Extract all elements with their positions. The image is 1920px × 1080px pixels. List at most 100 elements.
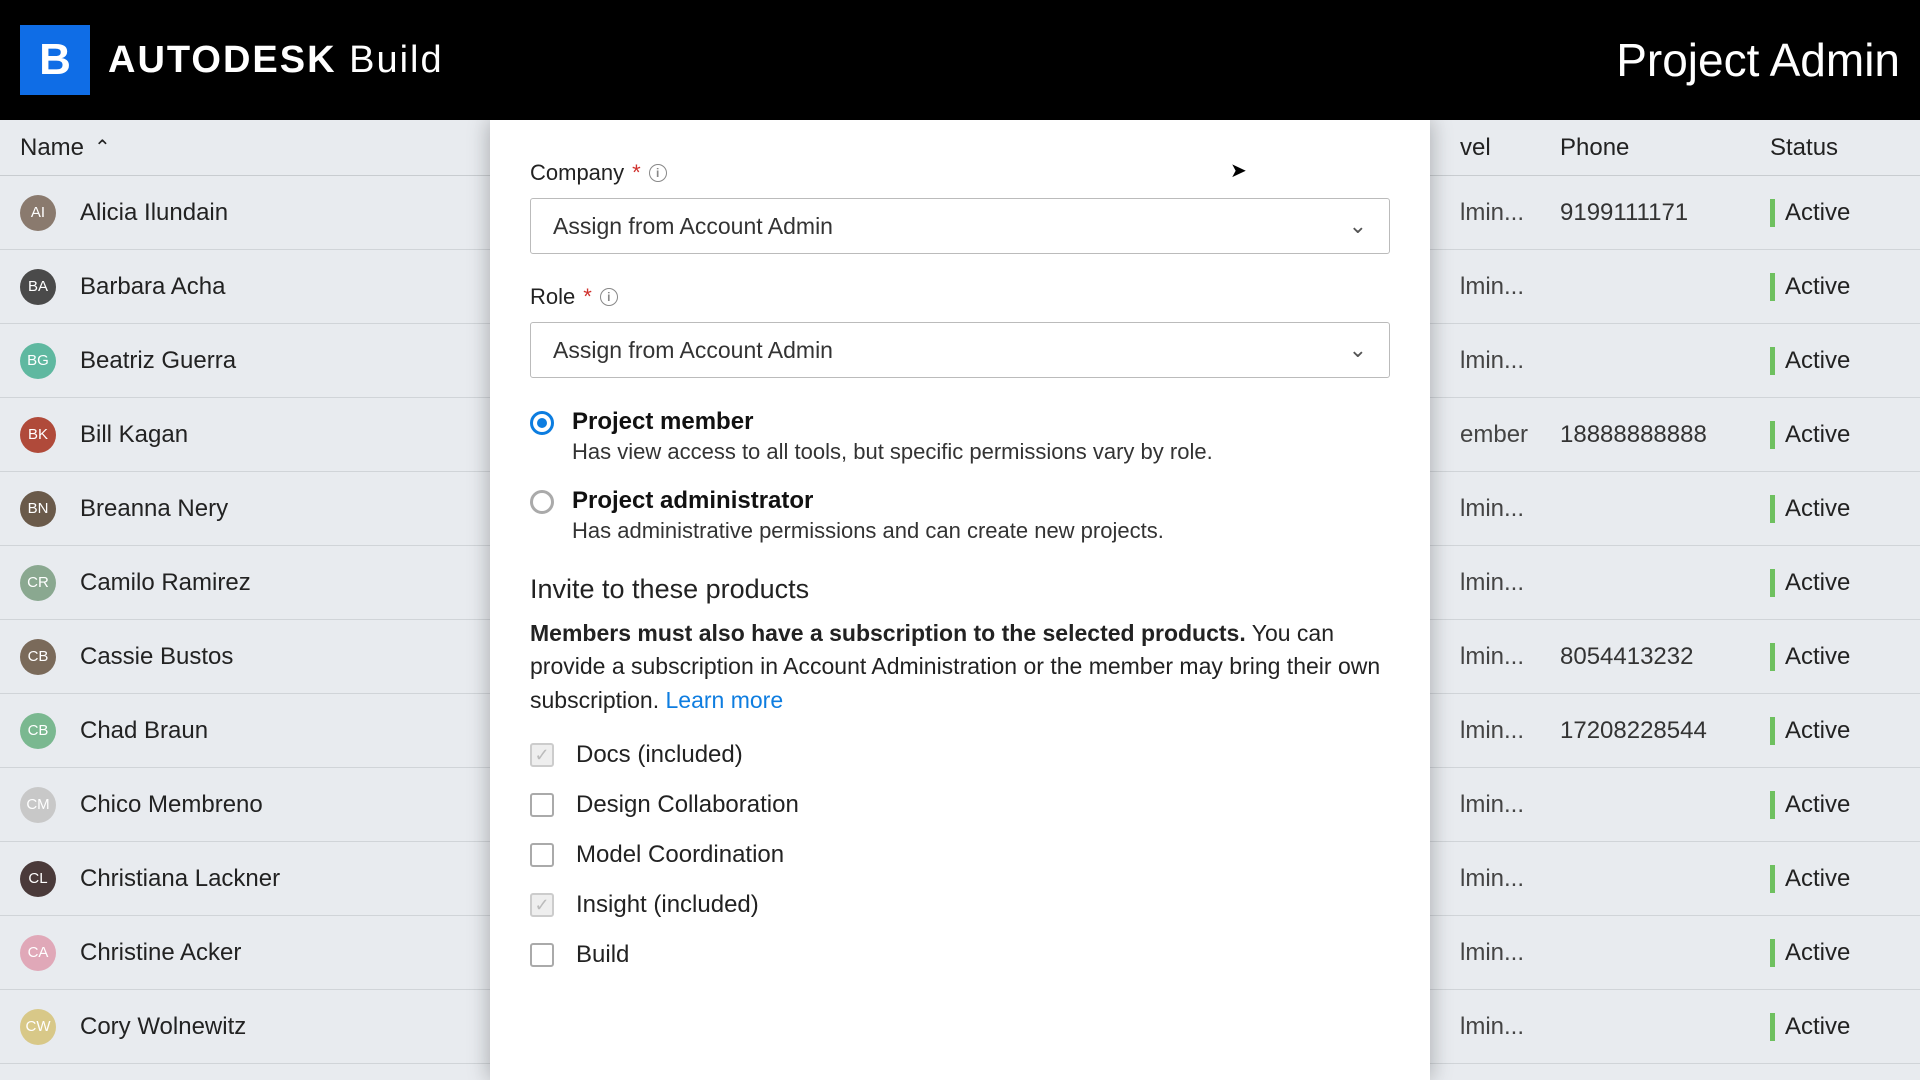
status-indicator-icon: [1770, 199, 1775, 227]
required-indicator: *: [632, 160, 641, 186]
name-cell: BG Beatriz Guerra: [20, 343, 510, 379]
role-label-text: Role: [530, 284, 575, 310]
name-cell: CAChristine Acker: [20, 935, 510, 971]
status-label: Active: [1785, 421, 1850, 449]
avatar: AI: [20, 195, 56, 231]
checkbox-icon: ✓: [530, 743, 554, 767]
info-icon[interactable]: i: [600, 288, 618, 306]
access-level-radio-group: Project member Has view access to all to…: [530, 408, 1390, 544]
member-name: Chad Braun: [80, 717, 208, 745]
member-name: Beatriz Guerra: [80, 347, 236, 375]
avatar: CM: [20, 787, 56, 823]
project-member-title: Project member: [572, 408, 1213, 436]
level-cell: lmin...: [1460, 865, 1560, 893]
level-cell: lmin...: [1460, 199, 1560, 227]
status-label: Active: [1785, 939, 1850, 967]
checkbox-icon: [530, 793, 554, 817]
name-cell: BABarbara Acha: [20, 269, 510, 305]
member-name: Breanna Nery: [80, 495, 228, 523]
status-label: Active: [1785, 495, 1850, 523]
avatar: BG: [20, 343, 56, 379]
products-section-title: Invite to these products: [530, 574, 1390, 605]
brand-bold: AUTODESK: [108, 39, 337, 81]
status-label: Active: [1785, 569, 1850, 597]
member-name: Cassie Bustos: [80, 643, 233, 671]
role-select-value: Assign from Account Admin: [553, 337, 833, 364]
checkbox-icon: [530, 843, 554, 867]
product-checkbox-item[interactable]: Model Coordination: [530, 841, 1390, 869]
status-label: Active: [1785, 791, 1850, 819]
product-checkbox-item: ✓Docs (included): [530, 741, 1390, 769]
project-member-desc: Has view access to all tools, but specif…: [572, 439, 1213, 465]
status-indicator-icon: [1770, 643, 1775, 671]
status-label: Active: [1785, 865, 1850, 893]
logo-letter: B: [39, 35, 71, 85]
member-name: Camilo Ramirez: [80, 569, 251, 597]
avatar: CL: [20, 861, 56, 897]
level-cell: lmin...: [1460, 273, 1560, 301]
name-cell: BKBill Kagan: [20, 417, 510, 453]
status-label: Active: [1785, 717, 1850, 745]
product-label: Design Collaboration: [576, 791, 799, 819]
brand-light: Build: [349, 39, 444, 81]
phone-cell: 8054413232: [1560, 643, 1770, 671]
status-indicator-icon: [1770, 865, 1775, 893]
products-section-desc: Members must also have a subscription to…: [530, 617, 1390, 717]
required-indicator: *: [583, 284, 592, 310]
name-cell: CLChristiana Lackner: [20, 861, 510, 897]
status-cell: Active: [1770, 347, 1900, 375]
checkbox-icon: ✓: [530, 893, 554, 917]
product-label: Insight (included): [576, 891, 759, 919]
brand-logo-group: B AUTODESK Build: [20, 25, 444, 95]
column-header-phone[interactable]: Phone: [1560, 134, 1770, 162]
avatar: CA: [20, 935, 56, 971]
project-administrator-desc: Has administrative permissions and can c…: [572, 518, 1164, 544]
status-label: Active: [1785, 1013, 1850, 1041]
level-cell: lmin...: [1460, 495, 1560, 523]
product-checkbox-item: ✓ Insight (included): [530, 891, 1390, 919]
status-indicator-icon: [1770, 717, 1775, 745]
role-select[interactable]: Assign from Account Admin ⌄: [530, 322, 1390, 378]
status-indicator-icon: [1770, 1013, 1775, 1041]
status-cell: Active: [1770, 939, 1900, 967]
status-indicator-icon: [1770, 495, 1775, 523]
company-select[interactable]: Assign from Account Admin ⌄: [530, 198, 1390, 254]
name-cell: CBChad Braun: [20, 713, 510, 749]
project-member-radio[interactable]: Project member Has view access to all to…: [530, 408, 1390, 465]
info-icon[interactable]: i: [649, 164, 667, 182]
level-cell: ember: [1460, 421, 1560, 449]
status-indicator-icon: [1770, 347, 1775, 375]
company-label-text: Company: [530, 160, 624, 186]
member-name: Barbara Acha: [80, 273, 225, 301]
member-name: Cory Wolnewitz: [80, 1013, 246, 1041]
column-header-name[interactable]: Name ⌃: [20, 134, 510, 162]
level-cell: lmin...: [1460, 347, 1560, 375]
chevron-down-icon: ⌄: [1349, 213, 1367, 239]
phone-cell: 17208228544: [1560, 717, 1770, 745]
phone-cell: 18888888888: [1560, 421, 1770, 449]
app-header: B AUTODESK Build Project Admin: [0, 0, 1920, 120]
status-cell: Active: [1770, 273, 1900, 301]
learn-more-link[interactable]: Learn more: [666, 687, 784, 713]
logo-badge: B: [20, 25, 90, 95]
status-cell: Active: [1770, 569, 1900, 597]
status-label: Active: [1785, 273, 1850, 301]
project-administrator-title: Project administrator: [572, 487, 1164, 515]
level-cell: lmin...: [1460, 939, 1560, 967]
phone-cell: 9199111171: [1560, 199, 1770, 227]
status-cell: Active: [1770, 643, 1900, 671]
page-title: Project Admin: [1616, 33, 1900, 87]
member-name: Chico Membreno: [80, 791, 263, 819]
column-header-status[interactable]: Status: [1770, 134, 1900, 162]
status-indicator-icon: [1770, 791, 1775, 819]
checkbox-icon: [530, 943, 554, 967]
company-select-value: Assign from Account Admin: [553, 213, 833, 240]
status-cell: Active: [1770, 791, 1900, 819]
column-header-level[interactable]: vel: [1460, 134, 1560, 162]
sort-ascending-icon: ⌃: [94, 135, 111, 160]
project-administrator-radio[interactable]: Project administrator Has administrative…: [530, 487, 1390, 544]
product-checkbox-item[interactable]: Build: [530, 941, 1390, 969]
product-checkbox-item[interactable]: Design Collaboration: [530, 791, 1390, 819]
level-cell: lmin...: [1460, 1013, 1560, 1041]
level-cell: lmin...: [1460, 569, 1560, 597]
